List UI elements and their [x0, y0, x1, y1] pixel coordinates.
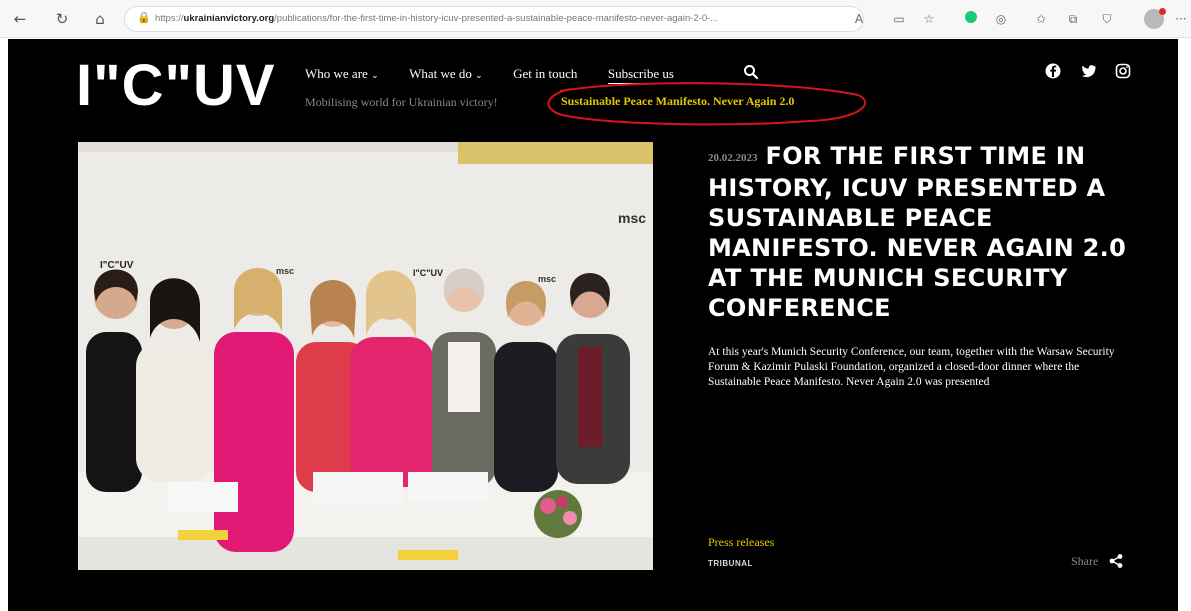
back-icon[interactable]: ← — [10, 9, 30, 29]
facebook-icon[interactable] — [1044, 62, 1062, 80]
group-photo-illustration — [78, 142, 653, 570]
shield-icon[interactable]: ⛉ — [1098, 10, 1116, 28]
lock-icon[interactable]: 🔒 — [137, 11, 151, 24]
reader-view-icon[interactable]: ▭ — [890, 10, 908, 28]
backdrop-logo: msc — [618, 210, 647, 226]
article-photo: I"C"UV msc msc I"C"UV msc — [78, 142, 653, 570]
twitter-icon[interactable] — [1080, 62, 1098, 80]
backdrop-logo: I"C"UV — [100, 260, 134, 271]
site-tagline: Mobilising world for Ukrainian victory! — [305, 95, 498, 109]
favorites-icon[interactable]: ✩ — [1032, 10, 1050, 28]
tag-link[interactable]: TRIBUNAL — [708, 559, 753, 568]
share-icon[interactable] — [1108, 553, 1124, 569]
backdrop-logo: msc — [276, 266, 295, 276]
annotation-ellipse — [547, 82, 867, 126]
extension-dot-icon — [965, 11, 977, 23]
instagram-icon[interactable] — [1114, 62, 1132, 80]
collections-icon[interactable]: ⧉ — [1064, 10, 1082, 28]
extension-icon[interactable] — [962, 10, 980, 28]
category-link[interactable]: Press releases — [708, 535, 774, 550]
profile-icon[interactable] — [1144, 8, 1166, 29]
address-bar[interactable]: 🔒 https://ukrainianvictory.org/publicati… — [124, 6, 864, 32]
nav-get-in-touch[interactable]: Get in touch — [513, 66, 577, 82]
article-lead: At this year's Munich Security Conferenc… — [708, 346, 1115, 388]
nav-what-we-do[interactable]: What we do ⌄ — [409, 66, 483, 82]
read-aloud-icon[interactable]: A — [850, 10, 868, 28]
url-text[interactable]: https://ukrainianvictory.org/publication… — [155, 13, 855, 24]
site-logo[interactable]: I"C"UV — [76, 55, 276, 117]
nav-who-we-are[interactable]: Who we are ⌄ — [305, 66, 379, 82]
extensions-icon[interactable]: ◎ — [992, 10, 1010, 28]
refresh-icon[interactable]: ↻ — [52, 9, 72, 29]
browser-toolbar: ← ↻ ⌂ 🔒 https://ukrainianvictory.org/pub… — [0, 0, 1191, 38]
search-icon[interactable] — [743, 64, 759, 80]
backdrop-logo: msc — [538, 274, 557, 284]
page-content: I"C"UV Who we are ⌄ What we do ⌄ Get in … — [8, 39, 1178, 611]
favorite-icon[interactable]: ☆ — [920, 10, 938, 28]
backdrop-logo: I"C"UV — [413, 268, 444, 278]
share-label[interactable]: Share — [1071, 554, 1098, 569]
home-icon[interactable]: ⌂ — [90, 9, 110, 29]
article-date: 20.02.2023 — [708, 152, 758, 164]
article-title: 20.02.2023 FOR THE FIRST TIME IN HISTORY,… — [708, 142, 1127, 322]
more-icon[interactable]: ··· — [1172, 10, 1190, 28]
